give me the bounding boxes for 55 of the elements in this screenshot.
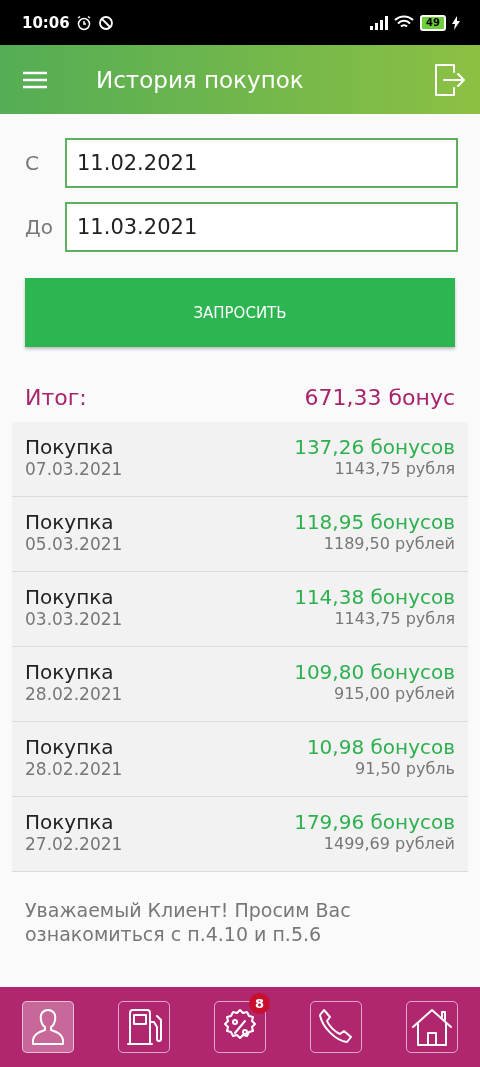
- bonus-amount: 137,26 бонусов: [294, 435, 455, 459]
- clock-time: 10:06: [22, 13, 70, 32]
- bonus-amount: 118,95 бонусов: [294, 510, 455, 534]
- bonus-amount: 179,96 бонусов: [294, 810, 455, 834]
- purchase-date: 27.02.2021: [25, 834, 123, 854]
- purchase-row[interactable]: Покупка 07.03.2021 137,26 бонусов 1143,75 рубля: [12, 422, 468, 497]
- purchase-amount: 1189,50 рублей: [323, 534, 455, 553]
- notification-badge: 8: [249, 993, 270, 1014]
- purchase-date: 05.03.2021: [25, 534, 123, 554]
- menu-icon[interactable]: [22, 69, 48, 90]
- purchase-amount: 1143,75 рубля: [334, 459, 455, 478]
- fuel-pump-icon: [126, 1008, 162, 1046]
- purchase-amount: 1143,75 рубля: [334, 609, 455, 628]
- purchase-title: Покупка: [25, 735, 114, 759]
- home-icon: [411, 1007, 453, 1047]
- notice-text: Уважаемый Клиент! Просим Вас ознакомиться с п.4.10 и п.5.6: [25, 898, 352, 946]
- purchase-title: Покупка: [25, 660, 114, 684]
- blocked-icon: [97, 14, 114, 31]
- purchase-row[interactable]: Покупка 05.03.2021 118,95 бонусов 1189,50 рублей: [12, 497, 468, 572]
- nav-button[interactable]: [214, 1001, 266, 1053]
- purchase-title: Покупка: [25, 510, 114, 534]
- purchase-row[interactable]: Покупка 27.02.2021 179,96 бонусов 1499,69 рублей: [12, 797, 468, 872]
- purchase-row[interactable]: Покупка 03.03.2021 114,38 бонусов 1143,75 рубля: [12, 572, 468, 647]
- purchase-title: Покупка: [25, 585, 114, 609]
- signal-icon: [370, 15, 389, 30]
- date-label: До: [25, 215, 54, 239]
- alarm-icon: [75, 14, 92, 31]
- purchase-row[interactable]: Покупка 28.02.2021 109,80 бонусов 915,00 рублей: [12, 647, 468, 722]
- screen-title: История покупок: [96, 66, 305, 93]
- purchase-date: 03.03.2021: [25, 609, 123, 629]
- nav-button[interactable]: [22, 1001, 74, 1053]
- bonus-amount: 109,80 бонусов: [294, 660, 455, 684]
- purchase-row[interactable]: Покупка 28.02.2021 10,98 бонусов 91,50 рубль: [12, 722, 468, 797]
- date-label: С: [25, 151, 40, 175]
- purchase-title: Покупка: [25, 810, 114, 834]
- bonus-amount: 114,38 бонусов: [294, 585, 455, 609]
- date-field[interactable]: 11.03.2021: [65, 202, 458, 252]
- person-icon: [31, 1008, 65, 1046]
- purchase-amount: 91,50 рубль: [354, 759, 455, 778]
- nav-button[interactable]: [118, 1001, 170, 1053]
- total-value: 671,33 бонус: [304, 385, 455, 410]
- nav-button[interactable]: [406, 1001, 458, 1053]
- purchase-amount: 915,00 рублей: [333, 684, 455, 703]
- bonus-amount: 10,98 бонусов: [306, 735, 455, 759]
- purchase-title: Покупка: [25, 435, 114, 459]
- purchase-date: 28.02.2021: [25, 684, 123, 704]
- wifi-icon: [394, 15, 415, 30]
- nav-button[interactable]: [310, 1001, 362, 1053]
- battery-level: 49: [420, 14, 446, 31]
- charging-icon: [452, 15, 460, 30]
- purchase-date: 07.03.2021: [25, 459, 123, 479]
- purchase-amount: 1499,69 рублей: [323, 834, 455, 853]
- date-field[interactable]: 11.02.2021: [65, 138, 458, 188]
- purchase-date: 28.02.2021: [25, 759, 123, 779]
- total-label: Итог:: [25, 385, 87, 410]
